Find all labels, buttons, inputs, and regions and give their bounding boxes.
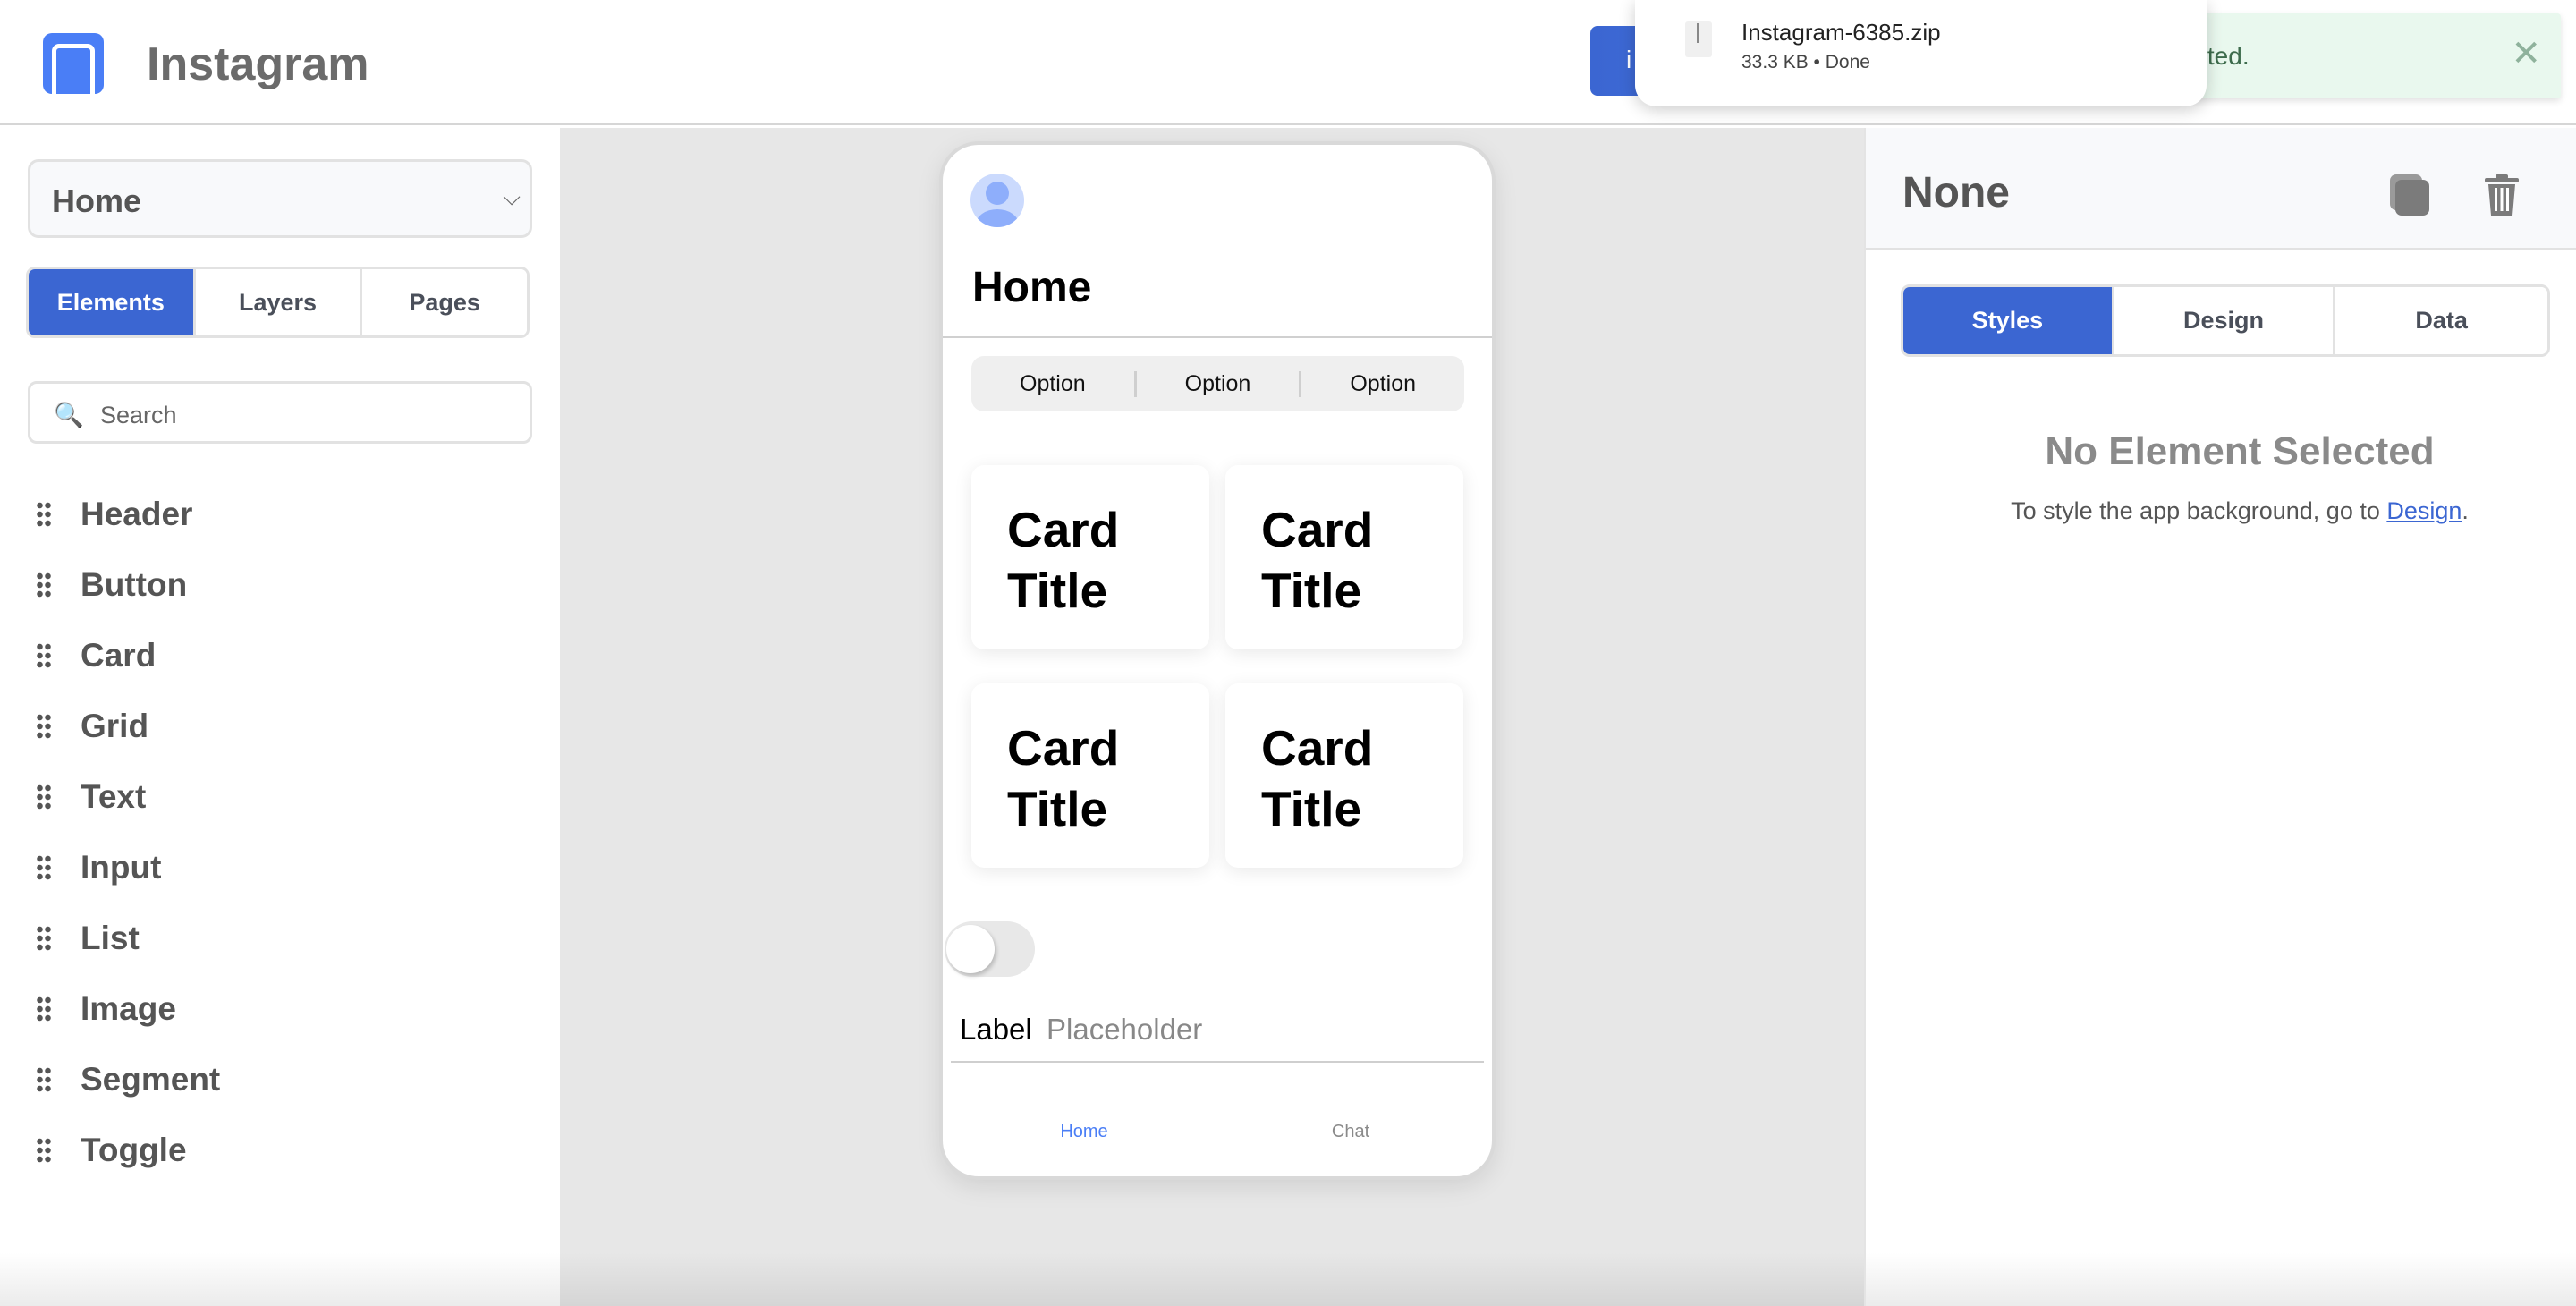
element-item-label: Toggle — [80, 1132, 187, 1168]
element-item-label: Input — [80, 849, 162, 886]
nav-tab-home[interactable]: Home — [1060, 1122, 1107, 1142]
input-label: Label — [960, 1013, 1032, 1046]
empty-state-description: To style the app background, go to — [2011, 497, 2387, 524]
zip-file-icon — [1685, 21, 1712, 57]
phone-preview: Home Option Option Option Card Title Car… — [943, 145, 1492, 1176]
tab-data[interactable]: Data — [2333, 287, 2547, 354]
search-placeholder: Search — [100, 402, 177, 428]
tab-elements[interactable]: Elements — [29, 269, 193, 335]
card[interactable]: Card Title — [1225, 465, 1463, 649]
card[interactable]: Card Title — [971, 683, 1209, 868]
search-input[interactable]: 🔍 Search — [28, 381, 532, 444]
app-title: Instagram — [147, 38, 369, 90]
download-popup[interactable]: Instagram-6385.zip 33.3 KB • Done — [1635, 0, 2207, 106]
close-icon[interactable]: ✕ — [2511, 33, 2541, 74]
element-item-text[interactable]: Text — [36, 770, 146, 824]
drag-handle-icon[interactable] — [36, 854, 52, 881]
element-item-card[interactable]: Card — [36, 629, 156, 683]
card[interactable]: Card Title — [971, 465, 1209, 649]
top-bar: Instagram i orted. ✕ Instagram-6385.zip … — [0, 0, 2576, 125]
download-filename[interactable]: Instagram-6385.zip — [1741, 19, 1941, 47]
card[interactable]: Card Title — [1225, 683, 1463, 868]
segment-control[interactable]: Option Option Option — [971, 356, 1464, 411]
page-title[interactable]: Home — [972, 263, 1091, 312]
sidebar-tabs: Elements Layers Pages — [26, 267, 530, 338]
page-select-value: Home — [52, 182, 142, 219]
element-item-label: Image — [80, 990, 176, 1027]
drag-handle-icon[interactable] — [36, 642, 52, 669]
element-item-label: Card — [80, 637, 157, 674]
drag-handle-icon[interactable] — [36, 1066, 52, 1093]
element-item-header[interactable]: Header — [36, 488, 192, 541]
drag-handle-icon[interactable] — [36, 925, 52, 952]
drag-handle-icon[interactable] — [36, 572, 52, 598]
tab-styles[interactable]: Styles — [1903, 287, 2112, 354]
segment-option[interactable]: Option — [971, 371, 1134, 397]
element-item-label: Segment — [80, 1061, 221, 1098]
download-status: 33.3 KB • Done — [1741, 52, 1870, 72]
selected-element-name: None — [1902, 169, 2010, 216]
element-item-input[interactable]: Input — [36, 841, 161, 895]
design-link[interactable]: Design — [2386, 497, 2462, 524]
canvas: Home Option Option Option Card Title Car… — [560, 128, 1864, 1306]
drag-handle-icon[interactable] — [36, 713, 52, 740]
drag-handle-icon[interactable] — [36, 996, 52, 1022]
toast-notification: orted. ✕ — [2185, 13, 2561, 98]
avatar[interactable] — [970, 174, 1024, 227]
period: . — [2462, 497, 2469, 524]
element-item-label: Button — [80, 566, 188, 603]
toggle[interactable] — [945, 921, 1035, 977]
drag-handle-icon[interactable] — [36, 1137, 52, 1164]
nav-tab-chat[interactable]: Chat — [1332, 1122, 1369, 1142]
trash-icon[interactable] — [2485, 174, 2519, 216]
text-input[interactable]: Placeholder — [1046, 1013, 1202, 1047]
element-item-list[interactable]: List — [36, 912, 140, 965]
element-item-image[interactable]: Image — [36, 982, 176, 1036]
tab-design[interactable]: Design — [2111, 287, 2334, 354]
phone-icon — [43, 33, 104, 94]
empty-state-text: To style the app background, go to Desig… — [1866, 497, 2576, 525]
element-item-segment[interactable]: Segment — [36, 1053, 220, 1107]
inspector-header: None — [1866, 128, 2576, 250]
inspector-tabs: Styles Design Data — [1901, 284, 2550, 357]
element-item-button[interactable]: Button — [36, 558, 187, 612]
duplicate-icon[interactable] — [2390, 174, 2429, 216]
input-underline — [951, 1061, 1484, 1063]
inspector-panel: None Styles Design Data No Element Selec… — [1864, 128, 2576, 1306]
segment-option[interactable]: Option — [1299, 370, 1464, 397]
element-item-label: Grid — [80, 708, 149, 744]
element-item-grid[interactable]: Grid — [36, 700, 148, 753]
drag-handle-icon[interactable] — [36, 784, 52, 810]
empty-state-title: No Element Selected — [2045, 429, 2435, 473]
element-item-label: Text — [80, 778, 147, 815]
segment-option[interactable]: Option — [1133, 370, 1300, 397]
tab-pages[interactable]: Pages — [360, 269, 527, 335]
element-item-label: List — [80, 920, 140, 956]
search-icon: 🔍 — [54, 402, 84, 428]
element-item-label: Header — [80, 496, 193, 532]
chevron-down-icon: ⌵ — [503, 183, 521, 210]
page-select[interactable]: Home ⌵ — [28, 159, 532, 238]
divider — [943, 336, 1492, 338]
element-item-toggle[interactable]: Toggle — [36, 1124, 187, 1177]
tab-layers[interactable]: Layers — [192, 269, 360, 335]
left-sidebar: Home ⌵ Elements Layers Pages 🔍 Search Hea… — [0, 128, 560, 1306]
drag-handle-icon[interactable] — [36, 501, 52, 528]
